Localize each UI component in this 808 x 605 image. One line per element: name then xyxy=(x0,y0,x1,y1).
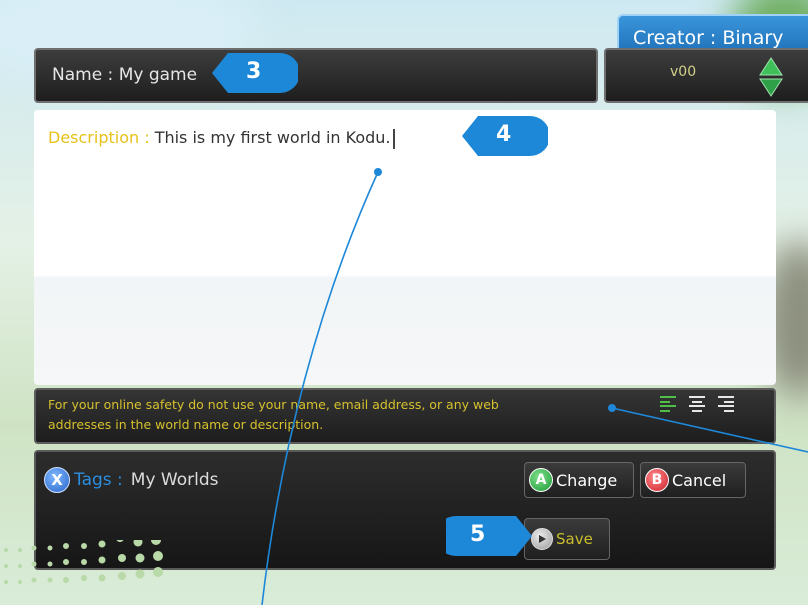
save-button[interactable]: Save xyxy=(524,518,610,560)
version-arrows-icon[interactable] xyxy=(758,56,784,98)
version-label: v00 xyxy=(670,64,697,80)
tags-value: My Worlds xyxy=(130,470,219,490)
safety-notice: For your online safety do not use your n… xyxy=(34,388,776,444)
cancel-label: Cancel xyxy=(672,470,727,490)
text-caret xyxy=(392,128,395,149)
tags-label: Tags : xyxy=(74,470,123,490)
save-label: Save xyxy=(556,530,593,548)
description-label: Description : xyxy=(48,128,155,147)
version-selector[interactable]: v00 xyxy=(604,48,808,103)
callout-5-number: 5 xyxy=(470,522,486,547)
align-left-icon[interactable] xyxy=(660,396,678,412)
play-icon xyxy=(531,528,553,550)
world-name-field[interactable]: Name : My game xyxy=(34,48,598,103)
change-label: Change xyxy=(556,470,618,490)
callout-3-number: 3 xyxy=(246,59,262,84)
description-text: This is my first world in Kodu. xyxy=(154,128,391,147)
change-button[interactable]: A Change xyxy=(524,462,634,498)
description-field[interactable]: Description : This is my first world in … xyxy=(34,110,776,385)
cancel-button[interactable]: B Cancel xyxy=(640,462,746,498)
a-button-icon: A xyxy=(529,468,553,492)
b-button-icon: B xyxy=(645,468,669,492)
tags-row[interactable]: X Tags : My Worlds xyxy=(44,462,219,498)
callout-4-number: 4 xyxy=(496,122,512,147)
align-right-icon[interactable] xyxy=(716,396,734,412)
callout-5 xyxy=(446,516,532,556)
text-align-controls xyxy=(660,396,734,412)
x-button-icon[interactable]: X xyxy=(44,467,70,493)
decorative-dots xyxy=(4,540,163,584)
align-center-icon[interactable] xyxy=(688,396,706,412)
safety-notice-line-2: addresses in the world name or descripti… xyxy=(48,417,324,432)
